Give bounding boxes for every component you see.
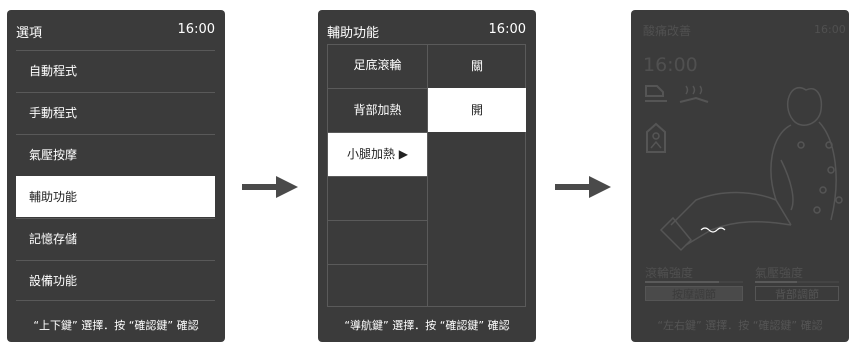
roller-intensity-fill	[645, 281, 719, 283]
clock: 16:00	[488, 22, 526, 37]
menu-panel-auxiliary: 輔助功能 16:00 足底滾輪 關 背部加熱 開 小腿加熱 ▶ “導航鍵” 選擇…	[318, 10, 536, 342]
massage-adjust-button[interactable]: 按摩調節	[645, 286, 743, 301]
air-intensity-fill	[755, 281, 797, 283]
option-foot-roller[interactable]: 足底滾輪	[328, 44, 427, 88]
menu-item-auxiliary[interactable]: 輔助功能	[16, 176, 215, 217]
arrow-right-icon	[242, 176, 298, 198]
status-panel-soreness: 酸痛改善 16:00 16:00 滾輪強度 氣壓強度 按摩調節 背部調節 “左右…	[631, 10, 849, 342]
back-adjust-button[interactable]: 背部調節	[755, 286, 839, 301]
air-intensity-label: 氣壓強度	[755, 266, 804, 280]
menu-item-manual-program[interactable]: 手動程式	[16, 92, 215, 133]
panel-title: 輔助功能	[327, 26, 380, 41]
panel-footer-hint: “導航鍵” 選擇．按 “確認鍵” 確認	[344, 319, 510, 332]
option-empty-row	[328, 176, 427, 220]
panel-footer-hint: “上下鍵” 選擇．按 “確認鍵” 確認	[33, 319, 199, 332]
menu-item-device[interactable]: 設備功能	[16, 260, 215, 301]
option-back-heat-value[interactable]: 開	[428, 88, 526, 132]
menu-item-memory[interactable]: 記憶存儲	[16, 218, 215, 259]
panel-header: 選項 16:00	[7, 10, 225, 50]
panel-footer-hint: “左右鍵” 選擇．按 “確認鍵” 確認	[657, 319, 823, 332]
panel-title: 酸痛改善	[643, 24, 692, 38]
option-calf-heat[interactable]: 小腿加熱 ▶	[328, 132, 427, 176]
option-foot-roller-value[interactable]: 關	[428, 44, 526, 88]
clock-small: 16:00	[814, 23, 846, 36]
arrow-right-icon	[555, 176, 611, 198]
menu-item-air-massage[interactable]: 氣壓按摩	[16, 134, 215, 175]
panel-title: 選項	[16, 26, 43, 41]
massage-body-diagram	[659, 87, 843, 252]
menu-item-auto-program[interactable]: 自動程式	[16, 50, 215, 91]
menu-panel-options: 選項 16:00 自動程式 手動程式 氣壓按摩 輔助功能 記憶存儲 設備功能 “…	[7, 10, 225, 342]
option-back-heat[interactable]: 背部加熱	[328, 88, 427, 132]
clock: 16:00	[177, 22, 215, 37]
option-empty-row	[328, 264, 427, 308]
roller-intensity-label: 滾輪強度	[645, 266, 694, 280]
option-empty-row	[328, 220, 427, 264]
